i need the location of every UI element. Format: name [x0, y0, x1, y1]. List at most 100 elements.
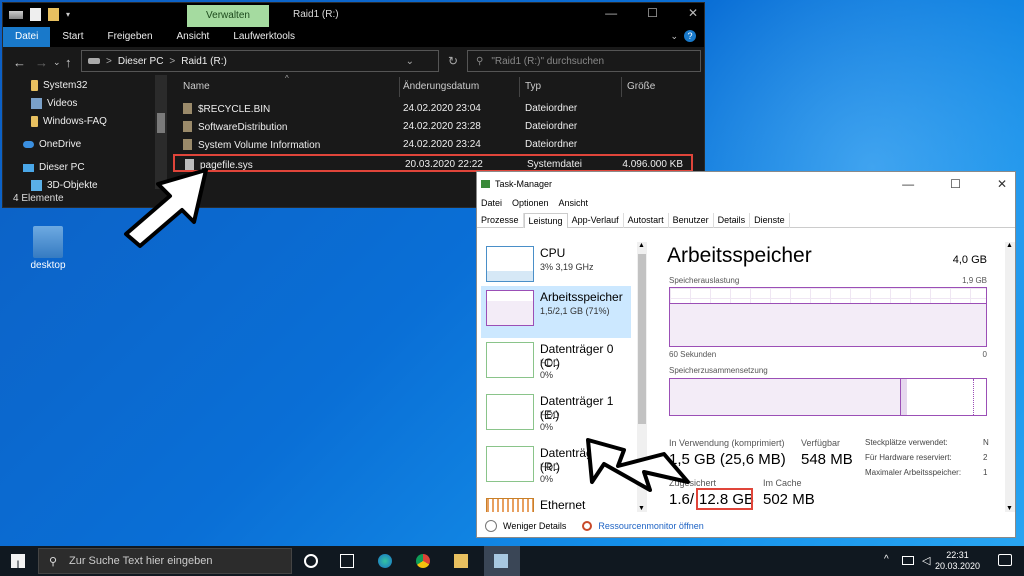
- memory-mini-graph: [486, 290, 534, 326]
- tab-app-verlauf[interactable]: App-Verlauf: [568, 213, 624, 228]
- tab-leistung[interactable]: Leistung: [523, 213, 568, 228]
- resource-monitor-link[interactable]: Ressourcenmonitor öffnen: [598, 521, 703, 531]
- taskbar-search-input[interactable]: ⚲ Zur Suche Text hier eingeben: [38, 548, 292, 574]
- nav-item-system32[interactable]: System32: [31, 80, 87, 91]
- cortana-icon[interactable]: [304, 554, 318, 568]
- breadcrumb-raid1[interactable]: Raid1 (R:): [181, 56, 227, 67]
- page-title: Arbeitsspeicher: [667, 244, 812, 267]
- column-size[interactable]: Größe: [627, 81, 655, 92]
- clock[interactable]: 22:31 20.03.2020: [935, 550, 980, 572]
- chevron-down-icon[interactable]: ⌄: [406, 56, 414, 67]
- tab-dienste[interactable]: Dienste: [750, 213, 790, 228]
- up-icon[interactable]: ↑: [65, 55, 72, 70]
- resource-disk-0[interactable]: Datenträger 0 (C:) HDD 0%: [481, 338, 631, 390]
- menu-datei[interactable]: Datei: [481, 198, 502, 208]
- annotation-arrow-explorer: [124, 168, 208, 248]
- tab-details[interactable]: Details: [714, 213, 751, 228]
- resource-detail: 0%: [540, 474, 554, 484]
- tab-autostart[interactable]: Autostart: [624, 213, 669, 228]
- back-icon[interactable]: ←: [13, 55, 26, 70]
- task-manager-taskbar-icon[interactable]: [494, 554, 508, 568]
- chrome-icon[interactable]: [416, 554, 430, 568]
- search-icon: ⚲: [49, 555, 58, 568]
- minimize-icon[interactable]: —: [605, 6, 617, 20]
- scroll-down-icon[interactable]: ▼: [1006, 505, 1013, 512]
- tab-prozesse[interactable]: Prozesse: [477, 213, 524, 228]
- main-scrollbar[interactable]: ▲ ▼: [1005, 242, 1015, 512]
- annotation-arrow-taskmanager: [586, 438, 690, 492]
- taskmanager-footer: Weniger Details Ressourcenmonitor öffnen: [477, 515, 1015, 537]
- file-date: 20.03.2020 22:22: [405, 159, 483, 170]
- chevron-down-icon[interactable]: ▾: [66, 8, 80, 21]
- resource-detail: 3% 3,19 GHz: [540, 262, 594, 272]
- table-row[interactable]: SoftwareDistribution 24.02.2020 23:28 Date…: [173, 118, 693, 136]
- edge-icon[interactable]: [378, 554, 392, 568]
- fewer-details-link[interactable]: Weniger Details: [503, 521, 566, 531]
- properties-icon[interactable]: [30, 8, 41, 21]
- explorer-taskbar-icon[interactable]: [454, 554, 468, 568]
- windows-start-icon[interactable]: [11, 554, 25, 568]
- desktop-icon-desktop[interactable]: desktop: [24, 226, 72, 271]
- task-view-icon[interactable]: [340, 554, 354, 568]
- volume-icon[interactable]: ◁: [922, 554, 930, 567]
- nav-item-videos[interactable]: Videos: [31, 98, 77, 109]
- cpu-mini-graph: [486, 246, 534, 282]
- address-bar[interactable]: > Dieser PC > Raid1 (R:) ⌄ ↻: [81, 50, 458, 72]
- forward-icon[interactable]: →: [35, 55, 48, 70]
- ribbon-tab-datei[interactable]: Datei: [3, 27, 51, 47]
- scroll-up-icon[interactable]: ▲: [1006, 242, 1013, 249]
- window-controls: — ☐ ✕: [902, 177, 1007, 191]
- maximize-icon[interactable]: ☐: [950, 177, 961, 191]
- ribbon-tab-start[interactable]: Start: [50, 27, 95, 47]
- table-row[interactable]: $RECYCLE.BIN 24.02.2020 23:04 Dateiordner: [173, 100, 693, 118]
- table-row[interactable]: pagefile.sys 20.03.2020 22:22 Systemdatei 4…: [173, 154, 693, 172]
- close-icon[interactable]: ✕: [997, 177, 1007, 191]
- search-input[interactable]: ⚲ "Raid1 (R:)" durchsuchen: [467, 50, 701, 72]
- scrollbar-thumb[interactable]: [157, 113, 165, 133]
- nav-item-windows-faq[interactable]: Windows-FAQ: [31, 116, 107, 127]
- available-label: Verfügbar: [801, 438, 841, 448]
- scrollbar-thumb[interactable]: [638, 254, 646, 424]
- chevron-up-icon[interactable]: [485, 520, 497, 532]
- column-date[interactable]: Änderungsdatum: [403, 81, 479, 92]
- chevron-down-icon[interactable]: ⌄: [670, 31, 678, 42]
- resource-memory[interactable]: Arbeitsspeicher 1,5/2,1 GB (71%): [481, 286, 631, 338]
- nav-item-label: Windows-FAQ: [43, 116, 107, 127]
- drive-icon[interactable]: [9, 11, 23, 19]
- context-tab-verwalten[interactable]: Verwalten: [187, 5, 269, 27]
- scroll-down-icon[interactable]: ▼: [638, 505, 645, 512]
- table-row[interactable]: System Volume Information 24.02.2020 23:2…: [173, 136, 693, 154]
- resource-ethernet[interactable]: Ethernet: [481, 494, 631, 512]
- scroll-up-icon[interactable]: ▲: [638, 242, 645, 249]
- column-name[interactable]: Name: [183, 81, 210, 92]
- menu-optionen[interactable]: Optionen: [512, 198, 549, 208]
- usage-max: 1,9 GB: [962, 276, 987, 285]
- minimize-icon[interactable]: —: [902, 177, 914, 191]
- new-folder-icon[interactable]: [48, 8, 59, 21]
- ribbon-tab-ansicht[interactable]: Ansicht: [165, 27, 222, 47]
- ribbon-tab-laufwerktools[interactable]: Laufwerktools: [221, 27, 307, 47]
- column-divider: [519, 77, 520, 97]
- ribbon-tab-freigeben[interactable]: Freigeben: [95, 27, 164, 47]
- search-icon: ⚲: [476, 55, 484, 67]
- tray-chevron-icon[interactable]: ^: [884, 554, 889, 565]
- help-icon[interactable]: ?: [684, 30, 696, 42]
- menu-ansicht[interactable]: Ansicht: [559, 198, 589, 208]
- network-icon[interactable]: [902, 556, 914, 565]
- notifications-icon[interactable]: [998, 554, 1012, 566]
- nav-item-onedrive[interactable]: OneDrive: [23, 139, 81, 150]
- refresh-icon[interactable]: ↻: [448, 54, 458, 68]
- memory-composition-bar: [669, 378, 987, 416]
- maximize-icon[interactable]: ☐: [647, 6, 658, 20]
- sort-up-icon: ^: [285, 74, 289, 83]
- file-size: 4.096.000 KB: [622, 159, 683, 170]
- file-type: Dateiordner: [525, 103, 578, 114]
- folder-icon: [183, 139, 192, 150]
- tab-benutzer[interactable]: Benutzer: [669, 213, 714, 228]
- recent-chevron-icon[interactable]: ⌄: [53, 57, 61, 68]
- nav-item-dieser-pc[interactable]: Dieser PC: [23, 162, 85, 173]
- column-type[interactable]: Typ: [525, 81, 541, 92]
- nav-item-label: OneDrive: [39, 139, 82, 150]
- breadcrumb-dieser-pc[interactable]: Dieser PC: [118, 56, 164, 67]
- close-icon[interactable]: ✕: [688, 6, 698, 20]
